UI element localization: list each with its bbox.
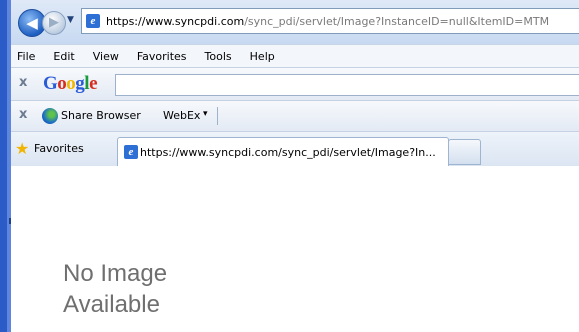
page-content: No Image Available	[11, 166, 579, 332]
recent-pages-dropdown-icon[interactable]: ▼	[67, 15, 74, 25]
share-toolbar: x Share Browser WebEx ▾	[11, 100, 579, 131]
webex-dropdown-icon[interactable]: ▾	[203, 109, 208, 119]
tab-active[interactable]: e https://www.syncpdi.com/sync_pdi/servl…	[117, 137, 449, 166]
tab-ie-icon: e	[124, 145, 138, 159]
window-left-edge	[0, 0, 12, 332]
url-domain: www.syncpdi.com	[145, 14, 245, 28]
share-toolbar-close-icon[interactable]: x	[19, 107, 27, 122]
share-browser-button[interactable]: Share Browser	[61, 109, 141, 122]
webex-menu-button[interactable]: WebEx	[163, 109, 200, 122]
no-image-line-1: No Image	[63, 260, 168, 287]
ie-page-icon: e	[86, 14, 100, 28]
no-image-line-2: Available	[63, 291, 160, 318]
google-logo: Google	[43, 73, 97, 94]
address-bar[interactable]: e https:// www.syncpdi.com /sync_pdi/ser…	[81, 8, 579, 34]
url-scheme: https://	[106, 14, 146, 28]
menu-view[interactable]: View	[84, 50, 128, 63]
url-path: /sync_pdi/servlet/Image?InstanceID=null&…	[244, 14, 550, 28]
favorites-bar: ★ Favorites e https://www.syncpdi.com/sy…	[11, 131, 579, 167]
google-toolbar: x Google	[11, 67, 579, 100]
favorites-star-icon[interactable]: ★	[15, 141, 29, 157]
globe-icon	[42, 108, 58, 124]
menu-file[interactable]: File	[11, 50, 44, 63]
address-row: ◀ ▶ ▼ e https:// www.syncpdi.com /sync_p…	[11, 0, 579, 44]
forward-arrow-icon: ▶	[49, 15, 59, 30]
menu-favorites[interactable]: Favorites	[128, 50, 196, 63]
menu-edit[interactable]: Edit	[44, 50, 83, 63]
new-tab-button[interactable]	[448, 139, 481, 165]
menu-bar: File Edit View Favorites Tools Help	[11, 44, 579, 67]
google-search-input[interactable]	[115, 74, 579, 96]
tab-title: https://www.syncpdi.com/sync_pdi/servlet…	[140, 145, 436, 159]
forward-button[interactable]: ▶	[42, 11, 66, 35]
menu-tools[interactable]: Tools	[196, 50, 241, 63]
google-toolbar-close-icon[interactable]: x	[19, 75, 27, 90]
no-image-placeholder: No Image Available	[63, 258, 263, 320]
favorites-button[interactable]: Favorites	[34, 142, 84, 155]
toolbar-separator	[217, 107, 218, 125]
menu-help[interactable]: Help	[241, 50, 284, 63]
